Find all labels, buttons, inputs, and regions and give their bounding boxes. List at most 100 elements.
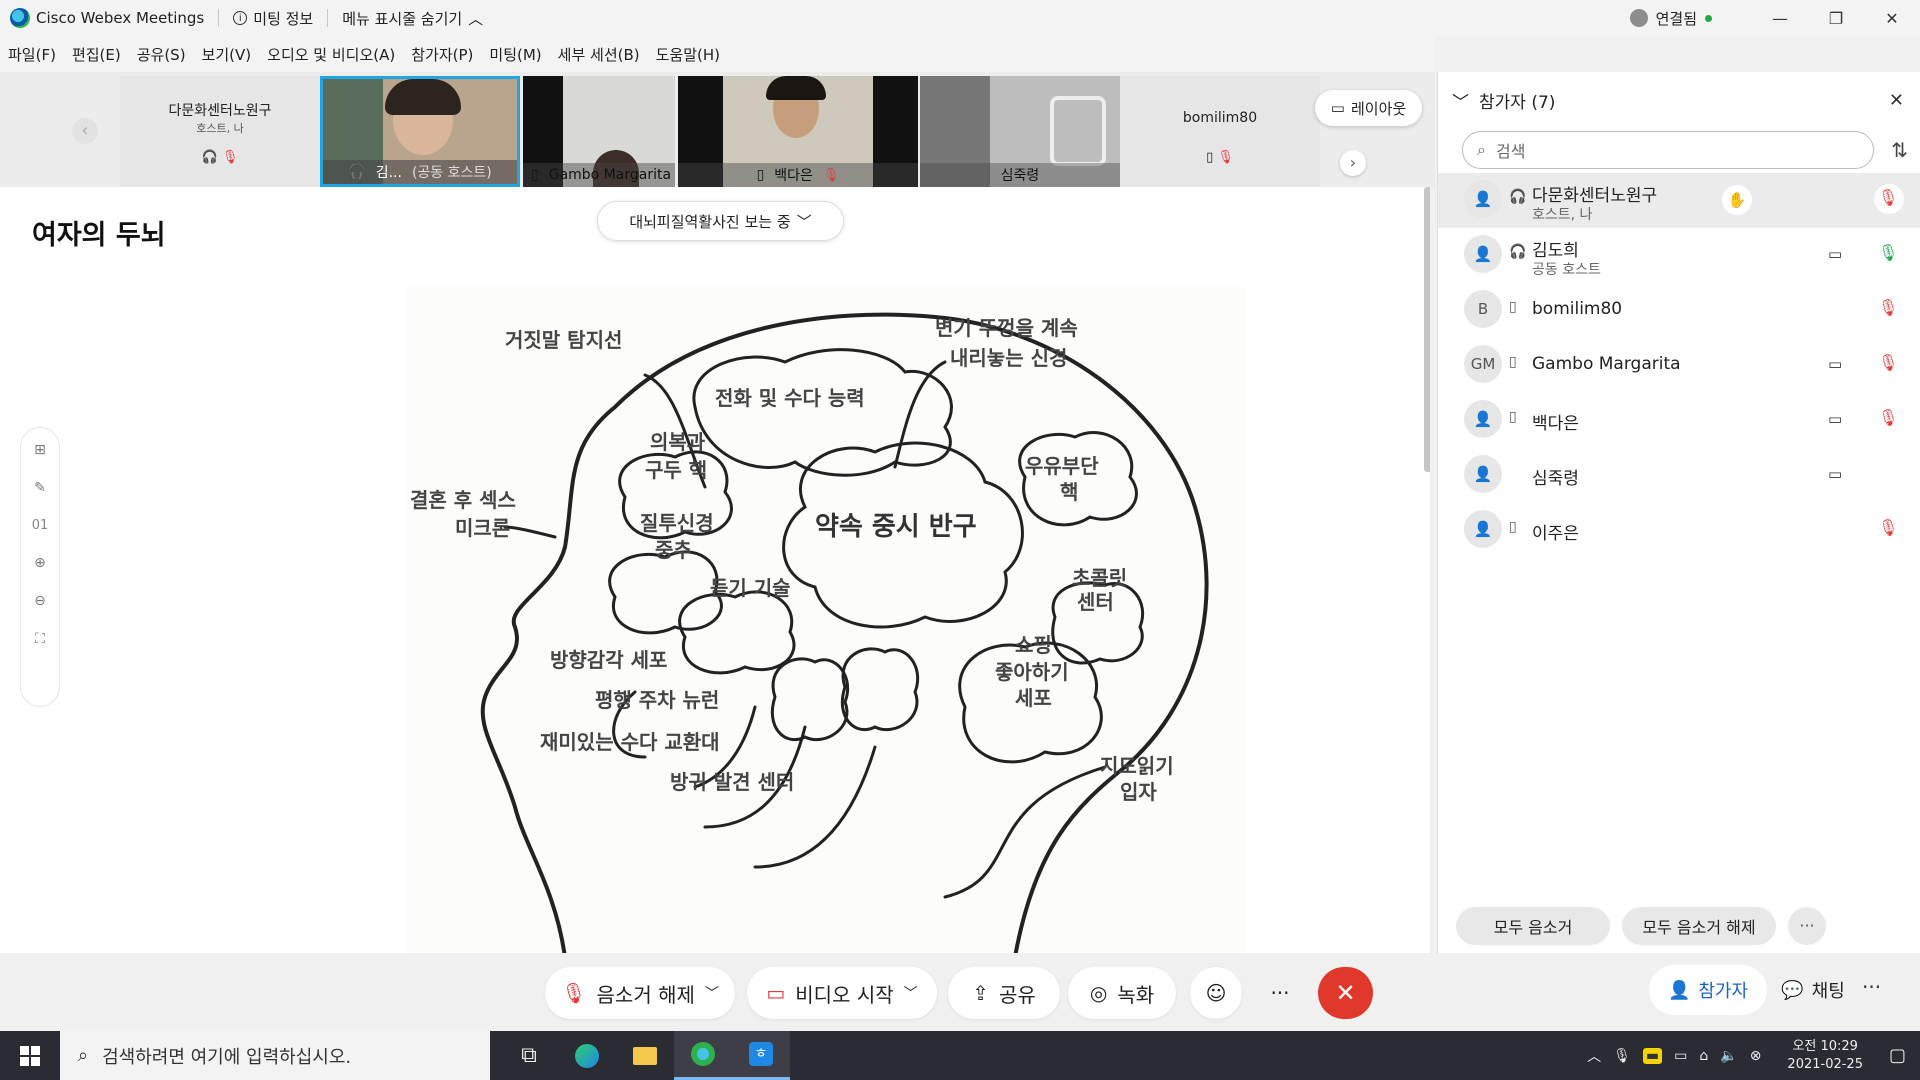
menu-share[interactable]: 공유(S) [137,44,186,65]
record-button[interactable]: ◎ 녹화 [1068,967,1176,1019]
video-tile-simjuk[interactable]: 심죽령 [920,76,1120,187]
start-button[interactable] [0,1031,60,1080]
webex-taskbar-icon[interactable] [674,1031,732,1080]
unmute-button[interactable]: 🎙 음소거 해제 ﹀ [545,967,735,1019]
annotate-pen-icon[interactable]: ✎ [34,480,46,496]
lobe-small-2 [770,657,850,742]
mic-muted-icon[interactable]: 🎙 [1878,188,1898,207]
arrow-marriage [503,525,557,539]
shared-content-area: 여자의 두뇌 대뇌피질역활사진 보는 중 ﹀ ⊞ ✎ 01 ⊕ ⊖ ⛶ 거짓말 … [0,187,1430,953]
video-tile-baekdaeun[interactable]: ▯ 백다은 🎙 [678,76,918,187]
video-tile-bomilim[interactable]: bomilim80 ▯ 🎙 [1120,76,1320,187]
edge-browser-icon[interactable] [558,1031,616,1080]
hancom-taskbar-icon[interactable]: ㅎ [732,1031,790,1080]
participant-row[interactable]: 👤 ▯ 이주은 🎙 [1438,503,1920,558]
connection-status[interactable]: 연결됨 [1656,8,1697,29]
more-options-button[interactable]: ··· [1254,967,1306,1019]
microphone-tray-icon[interactable]: 🎙 [1613,1048,1631,1064]
battery-icon[interactable]: ▭ [1674,1048,1687,1064]
chat-tab-button[interactable]: 💬 채팅 [1768,965,1858,1015]
menu-breakout[interactable]: 세부 세션(B) [558,44,640,65]
fit-screen-icon[interactable]: ⛶ [35,631,45,647]
layout-icon: ▭ [1330,99,1345,117]
network-icon[interactable]: ⌂ [1699,1048,1708,1064]
close-panel-button[interactable]: ✕ [1889,90,1904,111]
menu-audio-video[interactable]: 오디오 및 비디오(A) [267,44,395,65]
more-panels-icon[interactable]: ··· [1862,975,1881,999]
chevron-up-icon[interactable]: ︿ [1587,1046,1601,1066]
system-clock[interactable]: 오전 10:29 2021-02-25 [1787,1038,1863,1074]
layout-button[interactable]: ▭ 레이아웃 [1315,90,1422,126]
participant-row[interactable]: GM ▯ Gambo Margarita ▭ 🎙 [1438,338,1920,393]
menu-edit[interactable]: 편집(E) [72,44,121,65]
panel-title: 참가자 (7) [1479,92,1556,113]
video-tile-cohost[interactable]: 🎧 김... (공동 호스트) [320,76,520,187]
menu-file[interactable]: 파일(F) [8,44,56,65]
unmute-all-button[interactable]: 모두 음소거 해제 [1622,906,1776,945]
mic-muted-icon[interactable]: 🎙 [1878,298,1898,317]
chevron-down-icon: ﹀ [796,212,812,231]
video-strip: ‹ 다문화센터노원구 호스트, 나 🎧 🎙 🎧 김... (공동 호스트) ▯ … [0,72,1435,187]
content-scrollbar[interactable] [1424,187,1430,472]
close-window-button[interactable]: ✕ [1864,0,1920,36]
tile-name: 심죽령 [1000,168,1040,184]
mic-muted-icon[interactable]: 🎙 [1878,408,1898,427]
mic-muted-icon[interactable]: 🎙 [1878,518,1898,537]
label-direction: 방향감각 세포 [550,648,667,672]
phone-icon: ▯ [756,167,765,183]
sort-icon[interactable]: ⇅ [1891,138,1908,162]
search-icon: ⌕ [1477,140,1486,159]
menu-participants[interactable]: 참가자(P) [411,44,473,65]
menu-view[interactable]: 보기(V) [202,44,252,65]
reactions-button[interactable]: ☺ [1190,967,1242,1019]
menu-meeting[interactable]: 미팅(M) [489,44,541,65]
restore-button[interactable]: ❐ [1808,0,1864,36]
task-view-icon[interactable]: ⧉ [500,1031,558,1080]
chevron-down-icon[interactable]: ﹀ [904,983,918,1003]
chat-bubble-icon: 💬 [1781,979,1804,1001]
file-explorer-icon[interactable] [616,1031,674,1080]
zoom-in-icon[interactable]: ⊕ [34,555,46,571]
record-label: 녹화 [1117,982,1155,1007]
taskbar-search-input[interactable]: ⌕ 검색하려면 여기에 입력하십시오. [60,1031,490,1080]
notification-icon[interactable]: ▢ [1889,1045,1906,1066]
close-icon: ✕ [1335,979,1356,1007]
panel-header[interactable]: ﹀ 참가자 (7) [1438,72,1920,128]
participant-search-input[interactable]: ⌕ 검색 [1462,131,1874,169]
viewing-share-dropdown[interactable]: 대뇌피질역활사진 보는 중 ﹀ [597,201,844,241]
minimize-button[interactable]: — [1752,0,1808,36]
mic-muted-icon[interactable]: 🎙 [1878,353,1898,372]
chevron-down-icon[interactable]: ﹀ [705,983,719,1003]
ime-icon[interactable]: ⊗ [1750,1048,1762,1064]
participants-tab-button[interactable]: 👤 참가자 [1649,965,1767,1015]
label-clothes-2: 구두 핵 [645,458,707,482]
video-camera-icon: ▭ [1828,355,1843,373]
share-button[interactable]: ⇪ 공유 [948,967,1060,1019]
video-tile-host[interactable]: 다문화센터노원구 호스트, 나 🎧 🎙 [120,76,320,187]
zoom-out-icon[interactable]: ⊖ [34,593,46,609]
participant-row[interactable]: 👤 심죽령 ▭ [1438,448,1920,503]
share-label: 공유 [998,982,1036,1007]
menu-help[interactable]: 도움말(H) [656,44,720,65]
hide-menu-button[interactable]: 메뉴 표시줄 숨기기 ︿ [342,8,483,29]
mute-all-button[interactable]: 모두 음소거 [1456,906,1610,945]
raised-hand-icon[interactable]: ✋ [1722,185,1752,215]
participant-row[interactable]: B ▯ bomilim80 🎙 [1438,283,1920,338]
strip-next-button[interactable]: › [1340,150,1366,176]
start-video-button[interactable]: ▭ 비디오 시작 ﹀ [747,967,937,1019]
volume-icon[interactable]: 🔈 [1720,1048,1737,1064]
viewing-label: 대뇌피질역활사진 보는 중 [629,212,791,231]
meeting-info-button[interactable]: i 미팅 정보 [233,8,313,29]
grid-icon[interactable]: ⊞ [34,442,46,458]
kakaotalk-tray-icon[interactable]: ▬ [1642,1047,1663,1064]
participant-row[interactable]: 👤 🎧 김도희 공동 호스트 ▭ 🎙 [1438,228,1920,283]
participant-row[interactable]: 👤 🎧 다문화센터노원구 호스트, 나 ✋ 🎙 [1438,173,1920,228]
layout-label: 레이아웃 [1350,99,1407,118]
strip-prev-button[interactable]: ‹ [72,118,98,144]
participant-row[interactable]: 👤 ▯ 백다은 ▭ 🎙 [1438,393,1920,448]
video-tile-gambo[interactable]: ▯ Gambo Margarita [523,76,675,187]
mic-active-icon[interactable]: 🎙 [1878,243,1898,262]
more-options-icon[interactable]: ··· [1788,906,1826,945]
leave-meeting-button[interactable]: ✕ [1318,967,1373,1019]
participant-name: Gambo Margarita [1532,354,1681,374]
